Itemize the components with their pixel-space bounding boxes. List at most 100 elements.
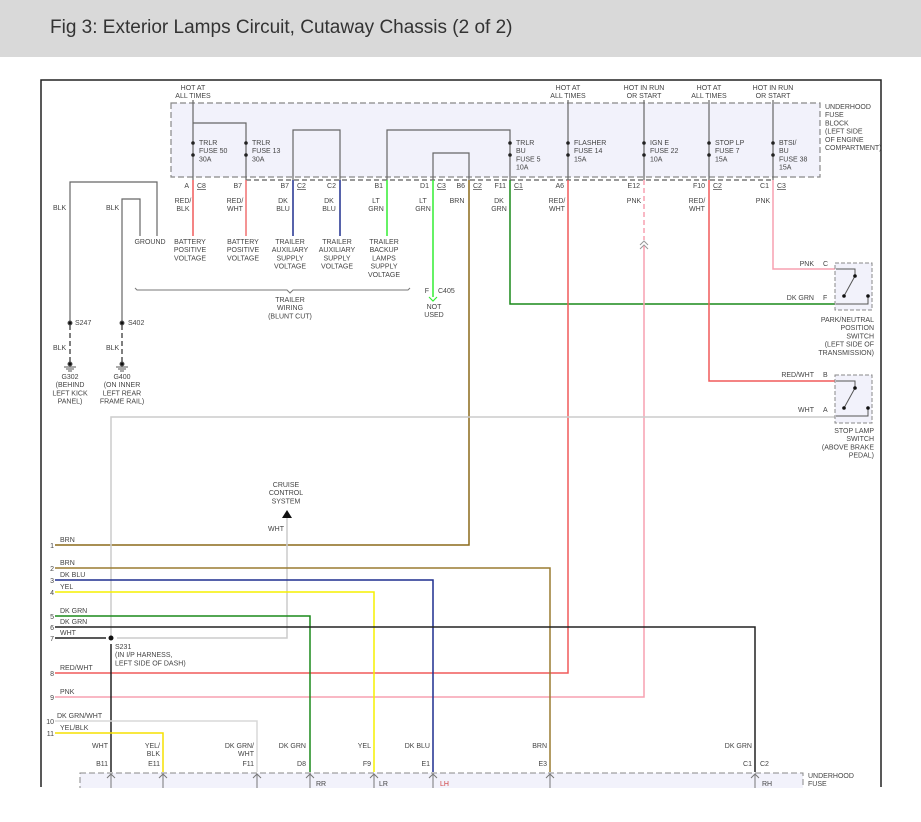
pin-label: A6 — [555, 183, 564, 190]
wire-wht-stop — [110, 416, 835, 636]
wire-pnk-pnp — [772, 180, 835, 270]
wire-color-label: DK BLU — [276, 198, 290, 213]
row-wire-label: BRN — [60, 537, 75, 544]
trailer-wiring-label: TRAILER WIRING (BLUNT CUT) — [268, 297, 312, 320]
pin-label: F9 — [363, 761, 371, 768]
c405-connector-icon — [428, 296, 438, 302]
pin-label: C1 — [760, 183, 769, 190]
connector-label: C2 — [760, 761, 769, 768]
wire-wht-cruise — [117, 518, 288, 639]
wire-brn-2 — [55, 567, 551, 772]
inner-label: RR — [316, 781, 326, 788]
pin-label: B7 — [233, 183, 242, 190]
pin-label: E1 — [421, 761, 430, 768]
pin-label: D1 — [420, 183, 429, 190]
wire-color-label: WHT — [268, 526, 285, 533]
row-wire-label: YEL/BLK — [60, 725, 89, 732]
row-number: 6 — [50, 625, 54, 632]
pin-label: F — [425, 288, 429, 295]
pin-label: C1 — [743, 761, 752, 768]
row-number: 3 — [50, 578, 54, 585]
fuse-block-label: UNDERHOOD FUSE — [808, 773, 854, 788]
wire-color-label: WHT — [92, 743, 109, 750]
stop-lamp-switch-icon — [834, 374, 873, 424]
wire-blk-g302 — [69, 181, 158, 325]
ground-g400-label: G400 (ON INNER LEFT REAR FRAME RAIL) — [100, 374, 144, 406]
row-number: 5 — [50, 614, 54, 621]
wire-color-label: RED/WHT — [549, 198, 566, 213]
wire-color-label: DK BLU — [405, 743, 430, 750]
pin-label: E12 — [628, 183, 641, 190]
wire-color-label: YEL/BLK — [145, 743, 161, 758]
function-label: TRAILER AUXILIARY SUPPLY VOLTAGE — [319, 239, 356, 271]
pin-label: E3 — [538, 761, 547, 768]
wire-color-label: LT GRN — [415, 198, 431, 213]
not-used-label: NOT USED — [424, 304, 443, 319]
wire-color-label: YEL — [358, 743, 371, 750]
circuit-function-labels: GROUND BATTERY POSITIVE VOLTAGE BATTERY POS… — [134, 239, 454, 320]
wire-color-label: DK GRN/WHT — [225, 743, 255, 758]
inner-label: LR — [379, 781, 388, 788]
wire-color-label: DK GRN — [725, 743, 752, 750]
power-label: HOT IN RUN OR START — [753, 85, 794, 100]
pin-label: A — [184, 183, 189, 190]
row-wire-label: YEL — [60, 584, 73, 591]
pin-label: C — [823, 261, 828, 268]
wire-color-label: PNK — [800, 261, 815, 268]
power-label: HOT AT ALL TIMES — [175, 85, 211, 100]
wire-blk-g400 — [121, 198, 141, 325]
park-neutral-switch-icon — [834, 262, 873, 311]
splice-label: S402 — [128, 320, 144, 327]
connector-pin-labels: A C8 B7 B7 C2 C2 B1 D1 C3 B6 C2 F11 C1 A… — [184, 183, 786, 190]
pin-label: E11 — [148, 761, 160, 768]
row-number: 1 — [50, 543, 54, 550]
wire-color-labels: RED/BLK RED/WHT DK BLU DK BLU LT GRN LT GRN … — [175, 198, 771, 213]
row-wire-label: PNK — [60, 689, 75, 696]
wire-color-label: BRN — [532, 743, 547, 750]
inner-label: RH — [762, 781, 772, 788]
row-number: 10 — [46, 719, 54, 726]
wire-color-label: BLK — [53, 345, 67, 352]
wire-color-label: RED/WHT — [781, 372, 814, 379]
pin-label: B1 — [374, 183, 383, 190]
pin-label: F11 — [494, 183, 506, 190]
pin-label: A — [823, 407, 828, 414]
wire-color-label: DK GRN — [279, 743, 306, 750]
splice-s231-label: S231 (IN I/P HARNESS, LEFT SIDE OF DASH) — [115, 644, 186, 667]
wire-color-label: DK GRN — [491, 198, 507, 213]
pin-label: F — [823, 295, 827, 302]
wire-color-label: WHT — [798, 407, 815, 414]
power-source-labels: HOT AT ALL TIMES HOT AT ALL TIMES HOT IN R… — [175, 85, 793, 100]
pin-label: F11 — [242, 761, 254, 768]
wire-color-label: LT GRN — [368, 198, 384, 213]
row-number: 4 — [50, 590, 54, 597]
wire-color-label: RED/BLK — [175, 198, 192, 213]
pin-label: D8 — [297, 761, 306, 768]
power-label: HOT IN RUN OR START — [624, 85, 665, 100]
wire-color-label: RED/WHT — [689, 198, 706, 213]
connector-label: C3 — [777, 183, 786, 190]
row-wire-label: RED/WHT — [60, 665, 93, 672]
stop-lamp-switch-label: STOP LAMP SWITCH (ABOVE BRAKE PEDAL) — [822, 428, 874, 460]
row-wire-label: BRN — [60, 560, 75, 567]
splice-s231 — [108, 635, 114, 641]
connector-label: C2 — [713, 183, 722, 190]
wire-pnk-9 — [55, 246, 645, 698]
ground-labels: BLK BLK S247 S402 BLK BLK G302 (BEHIND LEF… — [52, 205, 144, 406]
park-neutral-switch-label: PARK/NEUTRAL POSITION SWITCH (LEFT SIDE OF T… — [818, 317, 874, 357]
wire-blk-dashed — [69, 325, 123, 362]
function-label: TRAILER BACKUP LAMPS SUPPLY VOLTAGE — [368, 239, 400, 279]
connector-label: C1 — [514, 183, 523, 190]
row-wire-label: DK GRN/WHT — [57, 713, 103, 720]
pin-label: B6 — [456, 183, 465, 190]
trailer-wiring-brace — [134, 287, 411, 294]
row-number: 11 — [47, 731, 54, 738]
row-wire-label: DK BLU — [60, 572, 85, 579]
function-label: GROUND — [134, 239, 165, 246]
row-number: 8 — [50, 671, 54, 678]
connector-label: C3 — [437, 183, 446, 190]
connector-label: C405 — [438, 288, 455, 295]
wiring-diagram: HOT AT ALL TIMES HOT AT ALL TIMES HOT IN R… — [0, 79, 921, 822]
wire-color-label: BRN — [450, 198, 465, 205]
pin-label: B7 — [280, 183, 289, 190]
